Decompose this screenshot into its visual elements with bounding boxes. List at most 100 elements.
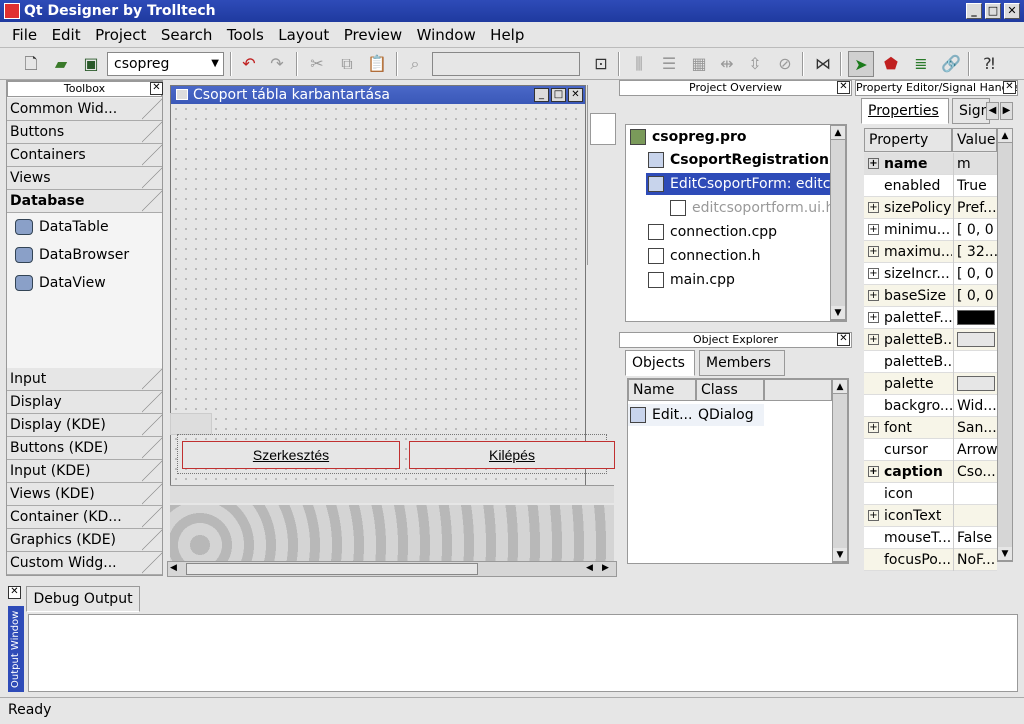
close-button[interactable]: ✕	[1004, 3, 1020, 19]
close-icon[interactable]: ✕	[837, 333, 850, 346]
expand-icon[interactable]: +	[868, 290, 879, 301]
property-row[interactable]: icon	[864, 483, 997, 505]
scroll-thumb[interactable]	[186, 563, 478, 575]
property-value[interactable]	[953, 307, 997, 329]
property-row[interactable]: palette	[864, 373, 997, 395]
property-value[interactable]: NoF...	[953, 549, 997, 571]
form-close-icon[interactable]: ✕	[568, 88, 583, 102]
break-layout-icon[interactable]: ⊘	[772, 51, 798, 77]
menu-search[interactable]: Search	[155, 22, 217, 48]
form-minimize-icon[interactable]: _	[534, 88, 549, 102]
property-value[interactable]: Wid...	[953, 395, 997, 417]
tab-objects[interactable]: Objects	[625, 350, 695, 376]
expand-icon[interactable]: +	[868, 312, 879, 323]
tool-datatable[interactable]: DataTable	[13, 214, 109, 240]
property-value[interactable]	[953, 373, 997, 395]
project-tree-scrollbar[interactable]: ▲ ▼	[830, 125, 846, 321]
tab-properties[interactable]: Properties	[861, 98, 949, 124]
property-value[interactable]: Pref...	[953, 197, 997, 219]
toolbox-category-views[interactable]: Views	[7, 167, 162, 190]
expand-icon[interactable]: +	[868, 334, 879, 345]
tree-item-connection-h[interactable]: connection.h	[646, 245, 831, 267]
property-row[interactable]: backgro... Wid...	[864, 395, 997, 417]
workspace-hscrollbar[interactable]: ◀ ◀ ▶	[167, 561, 617, 577]
tree-item-connection-cpp[interactable]: connection.cpp	[646, 221, 831, 243]
menu-tools[interactable]: Tools	[221, 22, 268, 48]
property-value[interactable]: Cso...	[953, 461, 997, 483]
property-value[interactable]: San...	[953, 417, 997, 439]
layout-horizontal-icon[interactable]: ⫼	[626, 51, 652, 77]
toolbox-category-input-kde[interactable]: Input (KDE)	[7, 460, 162, 483]
redo-icon[interactable]: ↷	[264, 51, 290, 77]
toolbox-category-views-kde[interactable]: Views (KDE)	[7, 483, 162, 506]
tree-item-project[interactable]: csopreg.pro	[628, 126, 828, 148]
spacer-icon[interactable]: ⋈	[810, 51, 836, 77]
property-value[interactable]	[953, 483, 997, 505]
property-row[interactable]: paletteB...	[864, 351, 997, 373]
new-file-icon[interactable]: 🗋	[18, 51, 44, 77]
tree-item-main-cpp[interactable]: main.cpp	[646, 269, 831, 291]
scroll-up-icon[interactable]: ▲	[998, 129, 1012, 143]
expand-icon[interactable]: +	[868, 422, 879, 433]
property-value[interactable]: True	[953, 175, 997, 197]
property-value[interactable]: [ 32...	[953, 241, 997, 263]
scroll-down-icon[interactable]: ▼	[831, 306, 845, 320]
expand-icon[interactable]: +	[868, 246, 879, 257]
expand-icon[interactable]: +	[868, 158, 879, 169]
button-layout[interactable]: Szerkesztés Kilépés	[177, 434, 615, 474]
property-row[interactable]: + sizeIncr... [ 0, 0 ]	[864, 263, 997, 285]
scroll-down-icon[interactable]: ▼	[833, 548, 847, 562]
tool-databrowser[interactable]: DataBrowser	[13, 242, 129, 268]
toolbox-category-graphics-kde[interactable]: Graphics (KDE)	[7, 529, 162, 552]
property-row[interactable]: focusPo... NoF...	[864, 549, 997, 571]
tab-order-icon[interactable]: ≣	[908, 51, 934, 77]
toolbox-category-container-kde[interactable]: Container (KD...	[7, 506, 162, 529]
form-maximize-icon[interactable]: □	[551, 88, 566, 102]
close-icon[interactable]: ✕	[837, 81, 850, 94]
maximize-button[interactable]: □	[985, 3, 1001, 19]
close-icon[interactable]: ✕	[1003, 81, 1016, 94]
expand-icon[interactable]: +	[868, 224, 879, 235]
expand-icon[interactable]: +	[868, 466, 879, 477]
scroll-down-icon[interactable]: ▼	[998, 547, 1012, 561]
save-icon[interactable]: ▣	[78, 51, 104, 77]
debug-output-text[interactable]	[28, 614, 1018, 692]
toolbox-category-database[interactable]: Database	[7, 190, 162, 213]
kilepes-button[interactable]: Kilépés	[409, 441, 615, 469]
copy-icon[interactable]: ⧉	[334, 51, 360, 77]
find-icon[interactable]: ⌕	[402, 51, 428, 77]
property-row[interactable]: + paletteB...	[864, 329, 997, 351]
tool-dataview[interactable]: DataView	[13, 270, 106, 296]
project-combo[interactable]: csopreg ▼	[107, 52, 224, 76]
property-row[interactable]: + baseSize [ 0, 0 ]	[864, 285, 997, 307]
toolbox-category-buttons-kde[interactable]: Buttons (KDE)	[7, 437, 162, 460]
menu-layout[interactable]: Layout	[272, 22, 333, 48]
cut-icon[interactable]: ✂	[304, 51, 330, 77]
scroll-left-icon[interactable]: ◀	[586, 563, 593, 573]
scroll-right-icon[interactable]: ▶	[602, 563, 609, 573]
expand-icon[interactable]: +	[868, 268, 879, 279]
close-icon[interactable]: ✕	[8, 586, 21, 599]
property-value[interactable]: [ 0, 0 ]	[953, 285, 997, 307]
property-row[interactable]: + caption Cso...	[864, 461, 997, 483]
tab-members[interactable]: Members	[699, 350, 785, 376]
property-value[interactable]: m	[953, 153, 997, 175]
property-value[interactable]	[953, 351, 997, 373]
background-form[interactable]	[587, 85, 617, 265]
property-value[interactable]: [ 0, 0 ]	[953, 219, 997, 241]
object-row-name[interactable]: Edit...	[628, 404, 696, 426]
open-file-icon[interactable]: ▰	[48, 51, 74, 77]
menu-preview[interactable]: Preview	[338, 22, 406, 48]
property-value[interactable]	[953, 329, 997, 351]
scroll-up-icon[interactable]: ▲	[831, 126, 845, 140]
toolbox-category-containers[interactable]: Containers	[7, 144, 162, 167]
expand-icon[interactable]: +	[868, 202, 879, 213]
object-list[interactable]: Name Class Edit... QDialog ▲ ▼	[627, 378, 849, 564]
scroll-left-icon[interactable]: ◀	[170, 563, 177, 573]
toolbox-category-input[interactable]: Input	[7, 368, 162, 391]
tab-debug-output[interactable]: Debug Output	[26, 586, 140, 612]
property-value[interactable]	[953, 505, 997, 527]
form-window[interactable]: Csoport tábla karbantartása _ □ ✕	[170, 85, 586, 493]
find-input[interactable]	[432, 52, 580, 76]
szerkesztes-button[interactable]: Szerkesztés	[182, 441, 400, 469]
